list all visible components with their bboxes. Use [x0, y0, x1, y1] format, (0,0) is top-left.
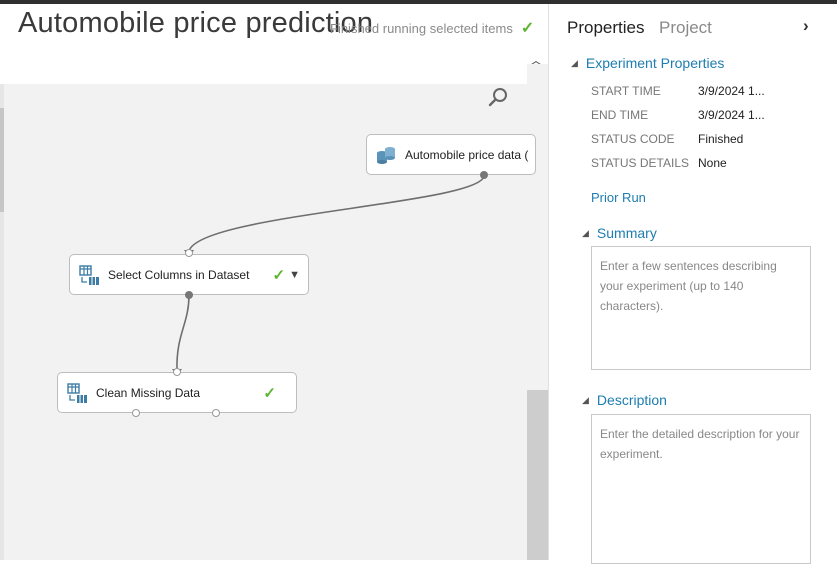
property-value: 3/9/2024 1... — [698, 108, 765, 122]
chevron-right-icon[interactable]: › — [803, 16, 809, 36]
table-transform-icon — [67, 382, 87, 403]
connection-select-to-clean — [176, 294, 190, 371]
section-heading: Description — [596, 392, 667, 408]
property-row: START TIME 3/9/2024 1... — [591, 84, 765, 98]
output-port-2[interactable] — [212, 409, 220, 417]
section-experiment-properties[interactable]: ◢ Experiment Properties — [571, 55, 724, 71]
property-key: START TIME — [591, 84, 661, 98]
summary-textarea[interactable]: Enter a few sentences describing your ex… — [591, 246, 811, 370]
canvas-scrollbar-thumb[interactable] — [527, 390, 548, 560]
connection-dataset-to-select — [188, 175, 485, 252]
collapse-triangle-icon[interactable]: ◢ — [582, 395, 589, 406]
property-row: END TIME 3/9/2024 1... — [591, 108, 765, 122]
collapse-triangle-icon[interactable]: ◢ — [582, 228, 589, 239]
check-icon: ✓ — [263, 384, 276, 402]
input-port[interactable] — [185, 249, 193, 257]
output-port[interactable] — [185, 291, 193, 299]
property-key: END TIME — [591, 108, 649, 122]
module-select-columns[interactable]: Select Columns in Dataset ✓ ▼ — [69, 254, 309, 295]
check-icon: ✓ — [520, 20, 535, 37]
properties-panel: Properties Project › ◢ Experiment Proper… — [548, 4, 837, 564]
output-port[interactable] — [480, 171, 488, 179]
property-key: STATUS CODE — [591, 132, 675, 146]
module-automobile-price-data[interactable]: Automobile price data ( — [366, 134, 536, 175]
tab-project[interactable]: Project — [659, 18, 712, 38]
property-value: 3/9/2024 1... — [698, 84, 765, 98]
property-key: STATUS DETAILS — [591, 156, 690, 170]
table-transform-icon — [79, 264, 99, 285]
section-heading: Summary — [596, 225, 657, 241]
experiment-title[interactable]: Automobile price prediction — [18, 7, 373, 40]
run-status: Finished running selected items ✓ — [330, 18, 534, 38]
experiment-canvas[interactable]: Automobile price prediction Finished run… — [0, 4, 548, 560]
input-port[interactable] — [173, 368, 181, 376]
property-row: STATUS DETAILS None — [591, 156, 727, 170]
prior-run-link[interactable]: Prior Run — [591, 190, 646, 205]
dataset-icon — [377, 146, 395, 164]
section-description[interactable]: ◢ Description — [582, 392, 667, 408]
section-heading: Experiment Properties — [585, 55, 725, 71]
module-clean-missing-data[interactable]: Clean Missing Data ✓ — [57, 372, 297, 413]
chevron-down-icon[interactable]: ▼ — [289, 269, 300, 281]
check-icon: ✓ — [272, 266, 286, 284]
property-row: STATUS CODE Finished — [591, 132, 743, 146]
module-label: Clean Missing Data — [96, 385, 201, 400]
output-port-1[interactable] — [132, 409, 140, 417]
run-status-text: Finished running selected items — [330, 20, 513, 36]
section-summary[interactable]: ◢ Summary — [582, 225, 657, 241]
tab-properties[interactable]: Properties — [567, 18, 644, 38]
search-icon[interactable] — [487, 86, 509, 108]
property-value: Finished — [698, 132, 744, 146]
collapse-triangle-icon[interactable]: ◢ — [571, 58, 578, 69]
module-label: Select Columns in Dataset — [108, 267, 250, 282]
module-label: Automobile price data ( — [405, 147, 529, 162]
property-value: None — [698, 156, 727, 170]
description-textarea[interactable]: Enter the detailed description for your … — [591, 414, 811, 564]
